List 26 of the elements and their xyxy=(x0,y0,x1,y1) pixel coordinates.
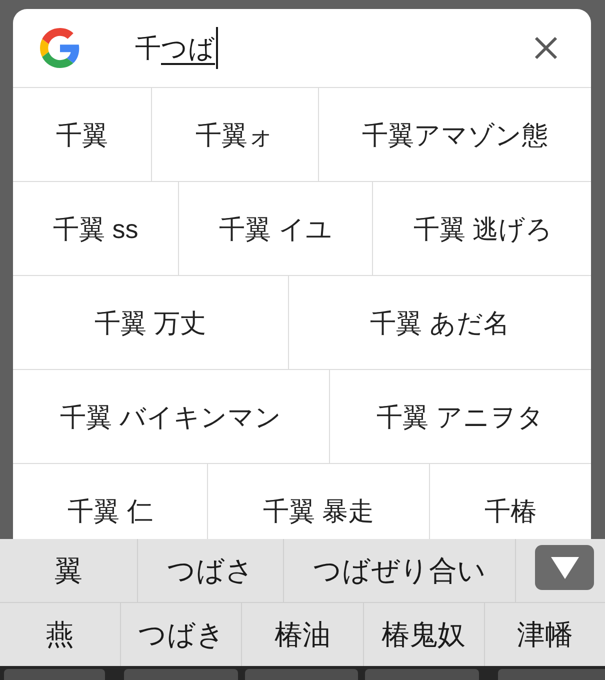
candidate-button[interactable]: 翼 xyxy=(0,539,138,602)
suggestion-button[interactable]: 千翼 xyxy=(13,88,152,181)
candidate-button[interactable]: 津幡 xyxy=(484,603,605,666)
suggestion-button[interactable]: 千椿 xyxy=(430,464,591,539)
close-icon xyxy=(534,36,558,60)
suggestion-button[interactable]: 千翼 逃げろ xyxy=(373,182,591,275)
suggestion-button[interactable]: 千翼アマゾン態 xyxy=(318,88,591,181)
suggestion-button[interactable]: 千翼 アニヲタ xyxy=(330,370,591,463)
keyboard-key[interactable] xyxy=(124,669,238,680)
suggestion-button[interactable]: 千翼 万丈 xyxy=(13,276,288,369)
candidate-button[interactable]: つばぜり合い xyxy=(284,539,516,602)
keyboard-key[interactable] xyxy=(245,669,358,680)
search-field[interactable]: 千つば xyxy=(135,26,521,70)
keyboard-key[interactable] xyxy=(365,669,479,680)
suggestion-button[interactable]: 千翼 バイキンマン xyxy=(13,370,330,463)
expand-button[interactable] xyxy=(535,545,594,590)
suggestion-button[interactable]: 千翼 あだ名 xyxy=(288,276,591,369)
suggestion-button[interactable]: 千翼ォ xyxy=(152,88,319,181)
triangle-down-icon xyxy=(550,556,578,578)
suggestion-button[interactable]: 千翼 ss xyxy=(13,182,180,275)
candidate-button[interactable]: つばさ xyxy=(138,539,284,602)
g-logo-icon xyxy=(40,28,80,68)
suggestion-button[interactable]: 千翼 イユ xyxy=(179,182,374,275)
keyboard-key[interactable] xyxy=(4,669,105,680)
keyboard-key[interactable] xyxy=(498,669,605,680)
text-cursor xyxy=(216,27,218,69)
